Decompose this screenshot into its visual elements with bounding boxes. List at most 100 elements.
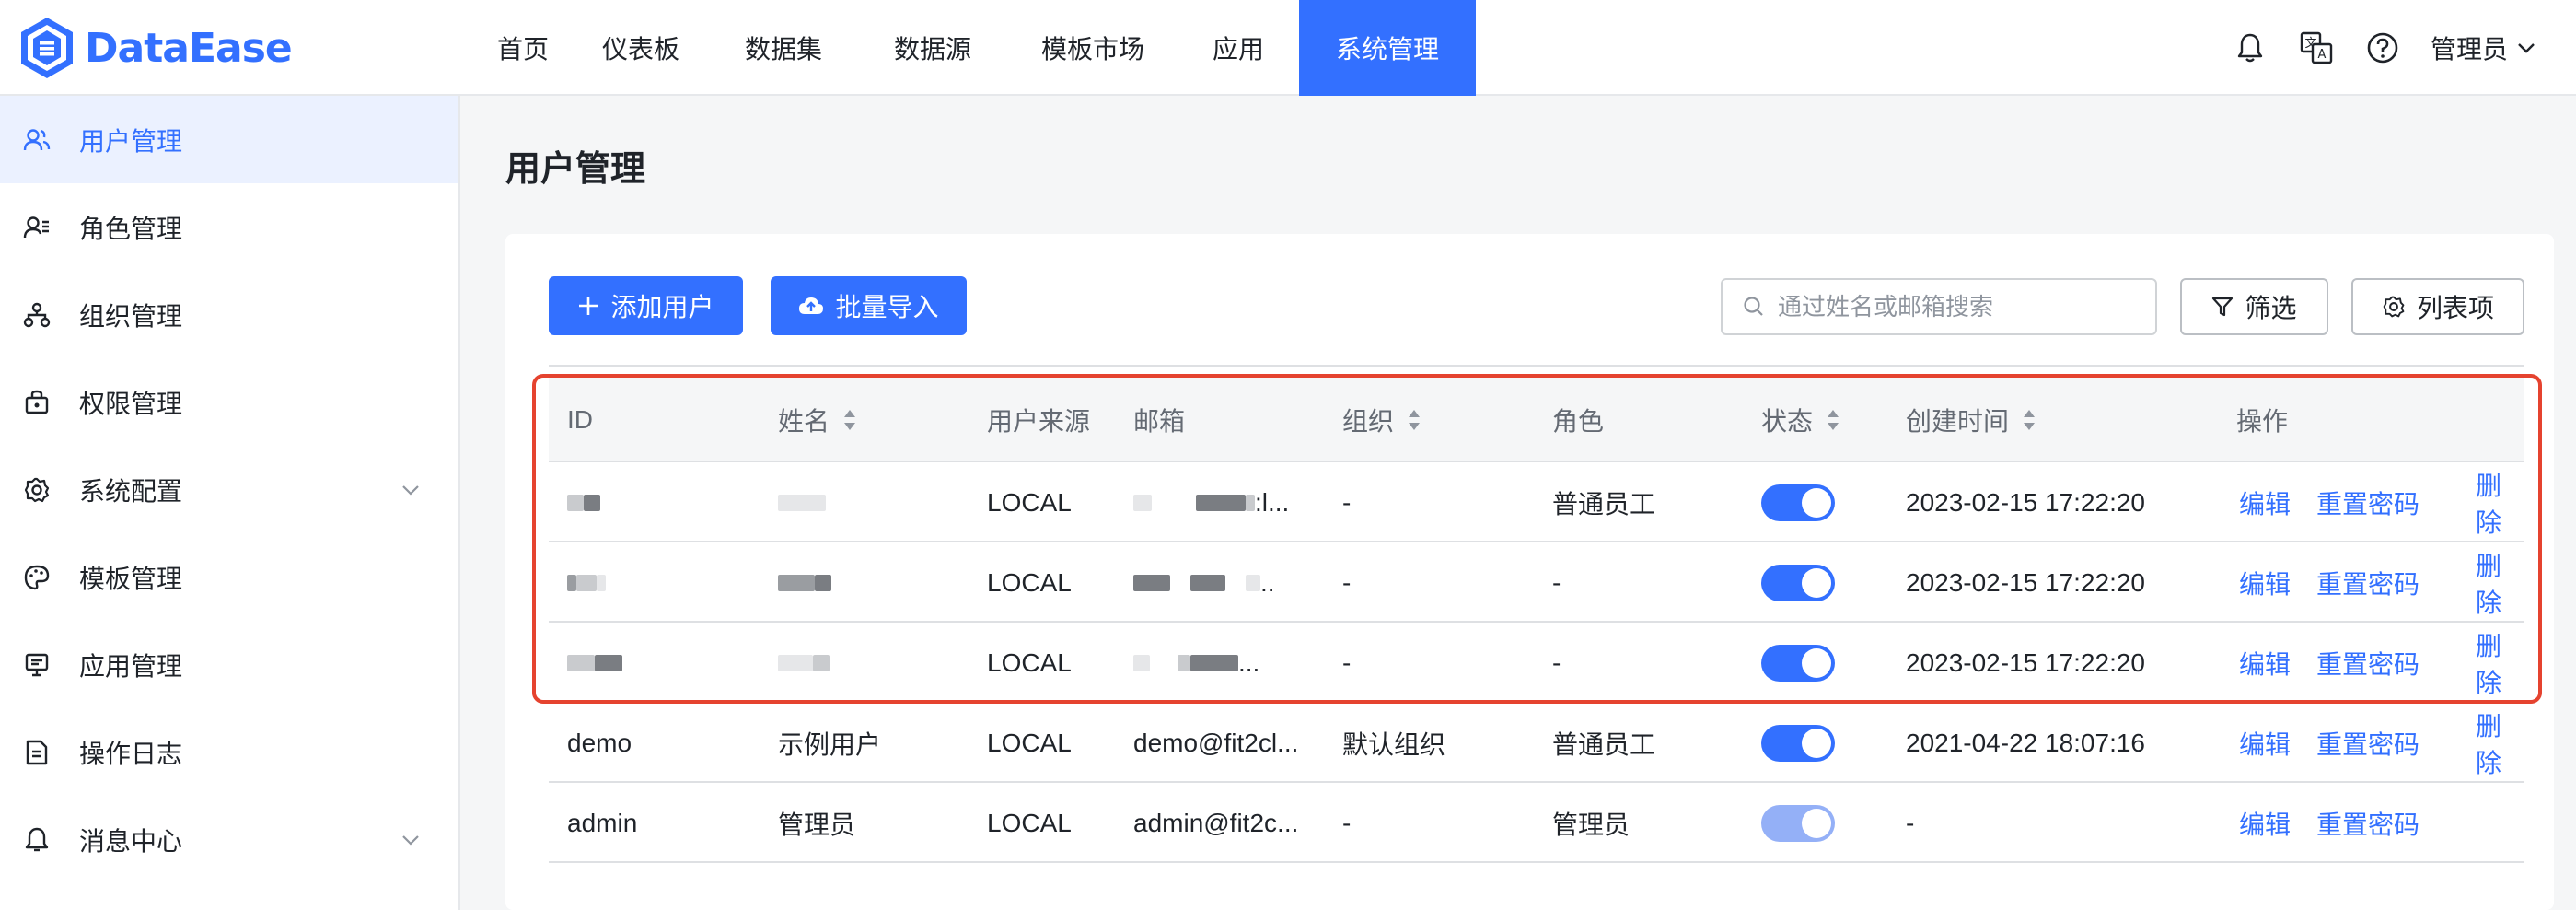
delete-button[interactable]: 删除 (2476, 542, 2524, 623)
cell-source: LOCAL (987, 808, 1072, 837)
reset-password-button[interactable]: 重置密码 (2316, 623, 2419, 703)
edit-button[interactable]: 编辑 (2239, 542, 2291, 623)
status-toggle (1761, 804, 1835, 842)
filter-icon (2212, 297, 2234, 317)
reset-password-button[interactable]: 重置密码 (2316, 542, 2419, 623)
status-toggle[interactable] (1761, 564, 1835, 601)
delete-button[interactable]: 删除 (2476, 623, 2524, 703)
cell-email: admin@fit2c... (1133, 808, 1299, 837)
reset-password-button[interactable]: 重置密码 (2316, 783, 2419, 863)
search-input[interactable] (1778, 292, 2146, 321)
user-list-card: 添加用户 批量导入 筛选 列表项 ID 姓名 用户来源 邮箱 组织 角色 状态 … (505, 234, 2554, 910)
cell-created: 2023-02-15 17:22:20 (1906, 567, 2145, 597)
sidebar-item-message-center[interactable]: 消息中心 (0, 796, 458, 883)
edit-button[interactable]: 编辑 (2239, 783, 2291, 863)
cell-email: :l... (1133, 462, 1317, 542)
add-user-button[interactable]: 添加用户 (549, 276, 743, 335)
status-toggle[interactable] (1761, 724, 1835, 762)
nav-dataset[interactable]: 数据集 (710, 0, 857, 96)
nav-apps[interactable]: 应用 (1178, 0, 1299, 96)
column-header-created[interactable]: 创建时间 (1906, 378, 2036, 462)
sort-icon[interactable] (1826, 408, 1840, 432)
monitor-icon (22, 650, 52, 680)
sidebar-item-operation-log[interactable]: 操作日志 (0, 708, 458, 796)
nav-template-market[interactable]: 模板市场 (1008, 0, 1178, 96)
delete-button[interactable]: 删除 (2476, 703, 2524, 783)
cell-status (1761, 703, 1835, 783)
edit-button[interactable]: 编辑 (2239, 462, 2291, 542)
status-toggle[interactable] (1761, 644, 1835, 682)
sidebar-item-permission-management[interactable]: 权限管理 (0, 358, 458, 446)
column-header-status[interactable]: 状态 (1761, 378, 1840, 462)
cell-name (778, 623, 830, 703)
svg-text:A: A (2318, 48, 2327, 62)
cell-id (567, 623, 622, 703)
sidebar-item-system-config[interactable]: 系统配置 (0, 446, 458, 533)
column-settings-button[interactable]: 列表项 (2351, 278, 2524, 335)
column-header-name[interactable]: 姓名 (778, 378, 857, 462)
cell-org: 默认组织 (1342, 729, 1446, 759)
main-nav: 首页 仪表板 数据集 数据源 模板市场 应用 系统管理 (474, 0, 1476, 96)
search-icon (1744, 297, 1763, 316)
column-header-org[interactable]: 组织 (1342, 378, 1421, 462)
table-row: admin 管理员 LOCAL admin@fit2c... - 管理员 - 编… (549, 783, 2524, 863)
sidebar-item-template-management[interactable]: 模板管理 (0, 533, 458, 621)
sidebar-item-label: 系统配置 (79, 476, 183, 506)
nav-dashboard[interactable]: 仪表板 (572, 0, 710, 96)
filter-label: 筛选 (2245, 294, 2297, 322)
sidebar-item-app-management[interactable]: 应用管理 (0, 621, 458, 708)
sidebar-item-user-management[interactable]: 用户管理 (0, 96, 458, 183)
table-row: LOCAL ... - - 2023-02-15 17:22:20 编辑 重置密… (549, 623, 2524, 703)
cell-role: - (1552, 567, 1561, 597)
cell-id: admin (567, 808, 638, 837)
column-header-email: 邮箱 (1133, 407, 1186, 436)
sort-icon[interactable] (1407, 408, 1421, 432)
toolbar-divider (549, 365, 2524, 367)
add-user-label: 添加用户 (610, 293, 714, 321)
batch-import-label: 批量导入 (835, 293, 939, 321)
plus-icon (579, 297, 598, 315)
chevron-down-icon[interactable] (2517, 42, 2535, 53)
cell-name (778, 462, 826, 542)
cell-created: 2021-04-22 18:07:16 (1906, 728, 2145, 757)
permission-icon (22, 388, 52, 417)
nav-home[interactable]: 首页 (474, 0, 572, 96)
notification-bell-icon[interactable] (2228, 26, 2272, 70)
status-toggle[interactable] (1761, 484, 1835, 521)
cell-status (1761, 462, 1835, 542)
column-header-id: ID (567, 405, 593, 434)
nav-datasource[interactable]: 数据源 (857, 0, 1008, 96)
batch-import-button[interactable]: 批量导入 (771, 276, 967, 335)
reset-password-button[interactable]: 重置密码 (2316, 703, 2419, 783)
search-box[interactable] (1721, 278, 2157, 335)
cell-status (1761, 542, 1835, 623)
nav-system-management[interactable]: 系统管理 (1299, 0, 1476, 96)
translate-icon[interactable]: 文A (2294, 26, 2338, 70)
document-icon (22, 738, 52, 767)
logo[interactable]: DataEase (18, 11, 293, 85)
cell-created: - (1906, 808, 1915, 837)
sidebar-item-label: 消息中心 (79, 826, 183, 856)
sort-icon[interactable] (842, 408, 857, 432)
sidebar-item-role-management[interactable]: 角色管理 (0, 183, 458, 271)
cell-source: LOCAL (987, 728, 1072, 757)
role-icon (22, 213, 52, 242)
delete-button[interactable]: 删除 (2476, 462, 2524, 542)
cell-email: ... (1133, 623, 1317, 703)
dataease-logo-icon (21, 18, 73, 78)
users-icon (22, 125, 52, 155)
table-row: LOCAL .. - - 2023-02-15 17:22:20 编辑 重置密码… (549, 542, 2524, 623)
cell-role: - (1552, 648, 1561, 677)
sidebar-item-label: 权限管理 (79, 389, 183, 418)
reset-password-button[interactable]: 重置密码 (2316, 462, 2419, 542)
edit-button[interactable]: 编辑 (2239, 703, 2291, 783)
cell-source: LOCAL (987, 648, 1072, 677)
sidebar-item-label: 模板管理 (79, 564, 183, 593)
filter-button[interactable]: 筛选 (2180, 278, 2328, 335)
edit-button[interactable]: 编辑 (2239, 623, 2291, 703)
sort-icon[interactable] (2022, 408, 2036, 432)
chevron-down-icon (402, 484, 419, 496)
help-icon[interactable] (2361, 26, 2405, 70)
user-menu[interactable]: 管理员 (2431, 29, 2508, 66)
sidebar-item-org-management[interactable]: 组织管理 (0, 271, 458, 358)
